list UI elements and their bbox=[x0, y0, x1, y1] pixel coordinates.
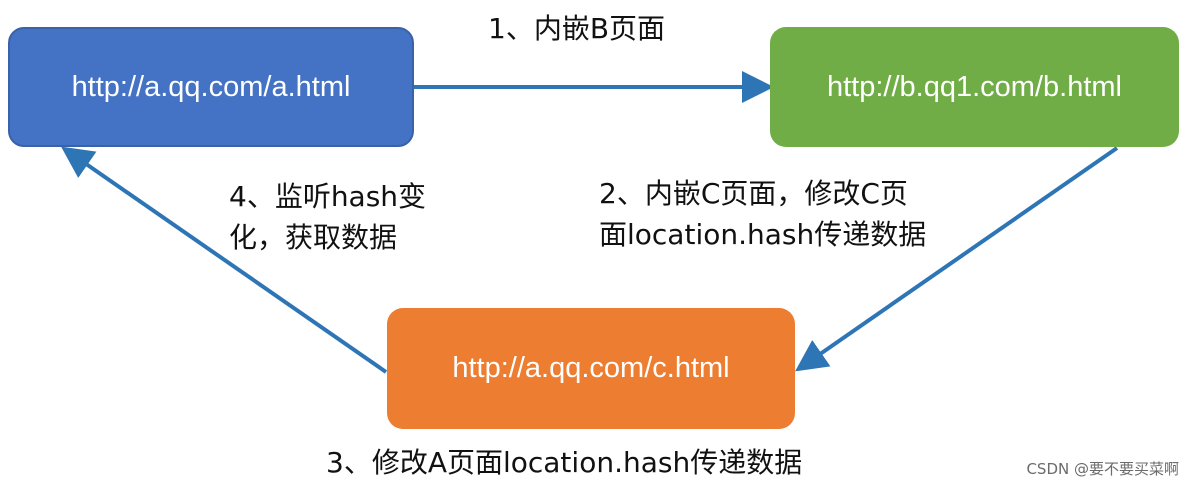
step-1-label: 1、内嵌B页面 bbox=[488, 8, 665, 49]
node-b-label: http://b.qq1.com/b.html bbox=[827, 70, 1122, 103]
step-3-text: 3、修改A页面location.hash传递数据 bbox=[326, 446, 803, 479]
step-4-label: 4、监听hash变 化，获取数据 bbox=[229, 176, 426, 258]
step-2-line-2: 面location.hash传递数据 bbox=[599, 218, 927, 251]
node-b-html: http://b.qq1.com/b.html bbox=[770, 27, 1179, 147]
step-2-label: 2、内嵌C页面，修改C页 面location.hash传递数据 bbox=[599, 173, 926, 255]
step-3-label: 3、修改A页面location.hash传递数据 bbox=[326, 442, 802, 483]
step-4-line-2: 化，获取数据 bbox=[229, 221, 398, 254]
node-c-label: http://a.qq.com/c.html bbox=[452, 352, 730, 384]
csdn-watermark: CSDN @要不要买菜啊 bbox=[1026, 460, 1179, 478]
iframe-hash-diagram: http://a.qq.com/a.html http://b.qq1.com/… bbox=[0, 0, 1191, 488]
node-c-html: http://a.qq.com/c.html bbox=[387, 308, 795, 429]
node-a-html: http://a.qq.com/a.html bbox=[8, 27, 414, 147]
node-a-label: http://a.qq.com/a.html bbox=[71, 70, 351, 103]
step-4-line-1: 4、监听hash变 bbox=[229, 180, 427, 213]
step-2-line-1: 2、内嵌C页面，修改C页 bbox=[599, 177, 908, 210]
step-1-text: 1、内嵌B页面 bbox=[488, 12, 666, 45]
